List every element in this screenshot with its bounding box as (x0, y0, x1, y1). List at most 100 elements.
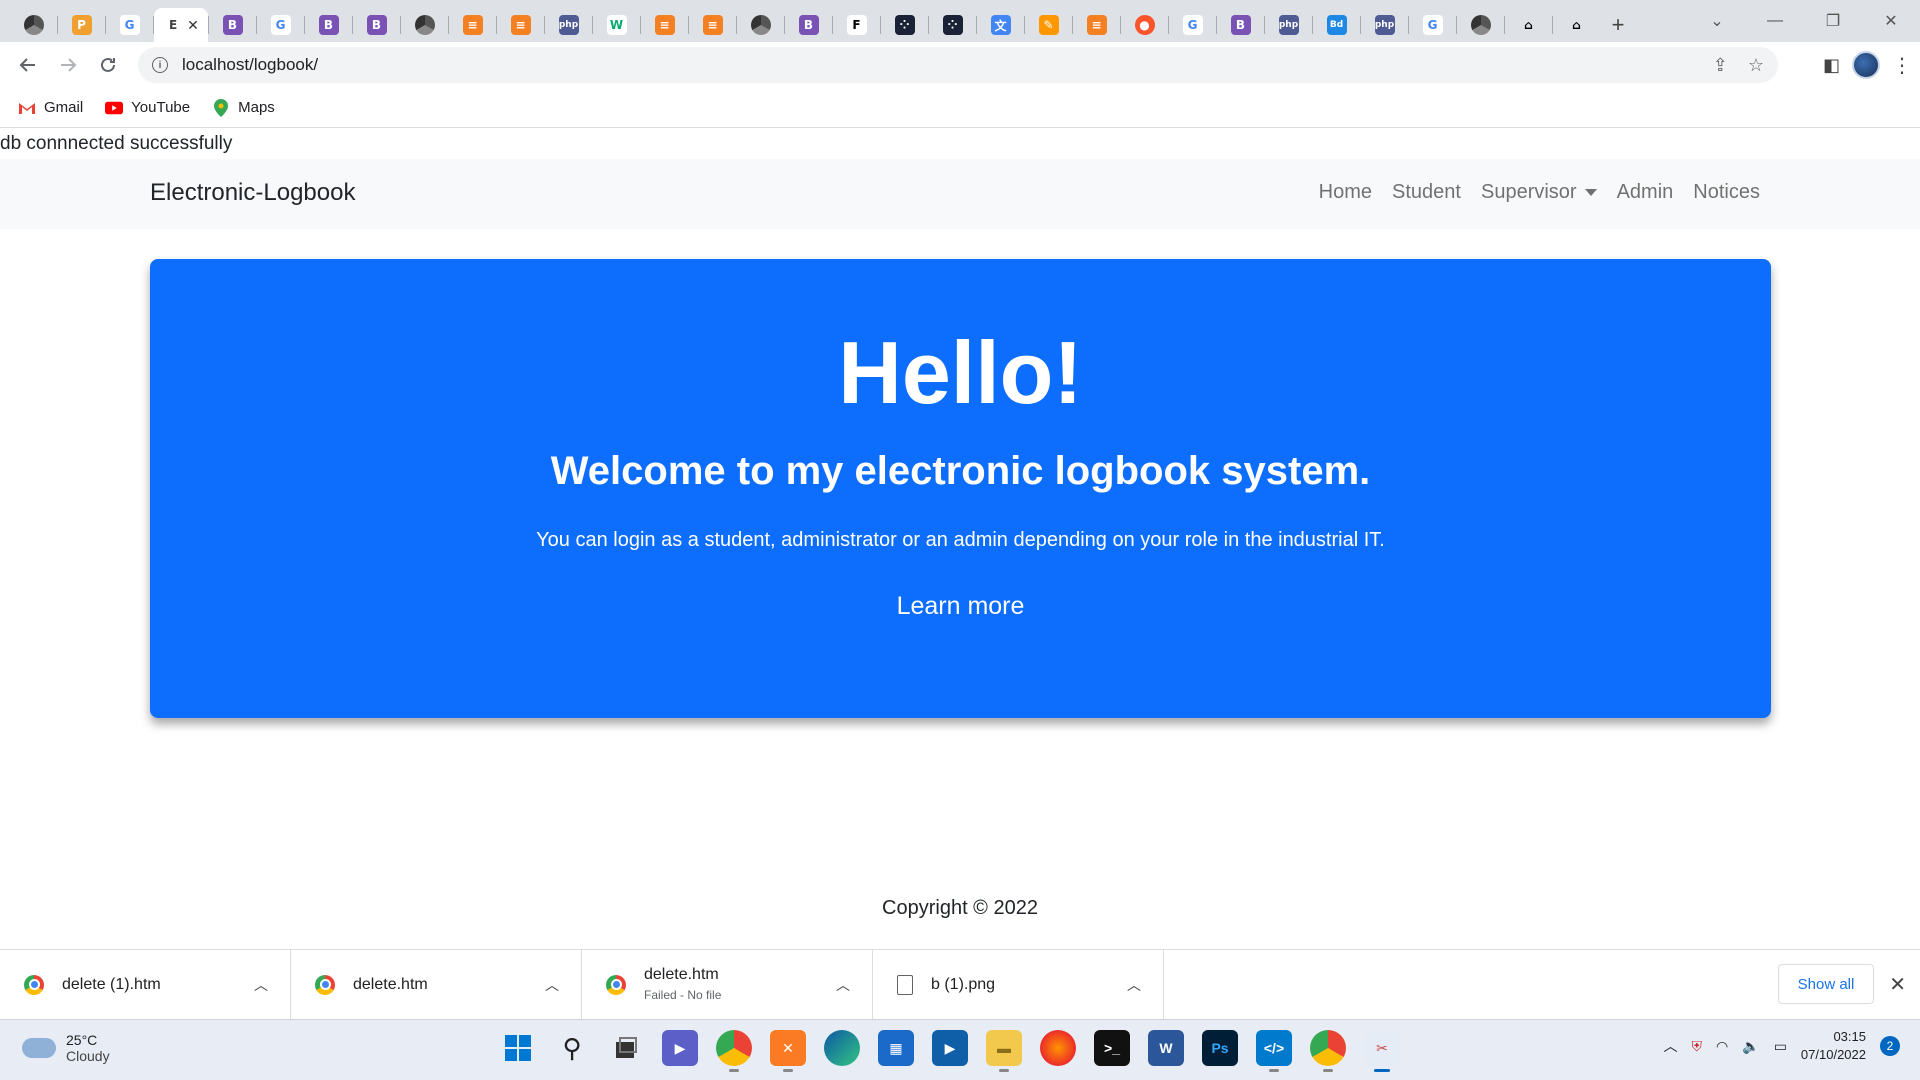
browser-tab[interactable]: ✎ (1025, 8, 1072, 42)
navbar-brand[interactable]: Electronic-Logbook (150, 179, 355, 207)
browser-tab[interactable]: B (1217, 8, 1264, 42)
search-icon[interactable]: ⚲ (554, 1030, 590, 1066)
browser-tab[interactable]: php (1361, 8, 1408, 42)
hero-jumbotron: Hello! Welcome to my electronic logbook … (150, 259, 1771, 718)
forward-button[interactable] (48, 45, 88, 85)
chrome-icon[interactable] (716, 1030, 752, 1072)
browser-tab[interactable]: php (545, 8, 592, 42)
browser-tab[interactable]: B (305, 8, 352, 42)
bookmark-star-icon[interactable]: ☆ (1748, 55, 1764, 76)
snipping-tool-icon[interactable]: ✂ (1364, 1030, 1400, 1072)
close-window-button[interactable]: ✕ (1862, 11, 1920, 31)
show-all-downloads-button[interactable]: Show all (1778, 964, 1874, 1004)
file-explorer-icon[interactable]: ▬ (986, 1030, 1022, 1072)
clock[interactable]: 03:15 07/10/2022 (1801, 1028, 1866, 1064)
vscode-icon[interactable]: </> (1256, 1030, 1292, 1072)
browser-tab[interactable]: ≡ (641, 8, 688, 42)
chevron-up-icon[interactable]: ︿ (836, 975, 850, 995)
media-player-icon[interactable]: ▶ (932, 1030, 968, 1066)
browser-tab[interactable]: G (1409, 8, 1456, 42)
learn-more-link[interactable]: Learn more (150, 592, 1771, 621)
terminal-icon[interactable]: >_ (1094, 1030, 1130, 1066)
browser-tab[interactable]: B (209, 8, 256, 42)
browser-tab[interactable]: G (257, 8, 304, 42)
browser-tab[interactable]: B (785, 8, 832, 42)
bookmark-gmail[interactable]: Gmail (18, 99, 83, 116)
browser-tab[interactable]: 文 (977, 8, 1024, 42)
chevron-up-icon[interactable]: ︿ (545, 975, 559, 995)
side-panel-icon[interactable]: ◧ (1823, 55, 1840, 76)
browser-tab[interactable] (10, 8, 57, 42)
chevron-up-icon[interactable]: ︿ (1664, 1036, 1678, 1056)
bookmark-youtube[interactable]: YouTube (105, 99, 190, 116)
nav-home[interactable]: Home (1319, 181, 1372, 204)
store-icon[interactable]: ▦ (878, 1030, 914, 1066)
xampp-icon[interactable]: ✕ (770, 1030, 806, 1072)
browser-tab[interactable]: ≡ (449, 8, 496, 42)
close-download-bar-icon[interactable]: ✕ (1889, 972, 1906, 997)
browser-tab[interactable]: php (1265, 8, 1312, 42)
word-icon[interactable]: W (1148, 1030, 1184, 1066)
maximize-button[interactable]: ❐ (1804, 11, 1862, 31)
notification-badge[interactable]: 2 (1880, 1036, 1900, 1056)
nav-admin[interactable]: Admin (1617, 181, 1674, 204)
close-tab-icon[interactable]: ✕ (187, 17, 199, 34)
edge-icon[interactable] (824, 1030, 860, 1066)
browser-tab[interactable]: ≡ (689, 8, 736, 42)
brave-icon: ● (1134, 15, 1155, 35)
browser-tab[interactable]: F (833, 8, 880, 42)
address-bar[interactable]: i localhost/logbook/ ⇪ ☆ (138, 47, 1778, 83)
download-item[interactable]: delete.htm ︿ (291, 949, 582, 1020)
download-item[interactable]: delete (1).htm ︿ (0, 949, 291, 1020)
browser-tab[interactable]: G (106, 8, 153, 42)
firefox-icon[interactable] (1040, 1030, 1076, 1066)
browser-tab[interactable]: ≡ (497, 8, 544, 42)
menu-kebab-icon[interactable]: ⋮ (1892, 53, 1912, 78)
url-text[interactable]: localhost/logbook/ (182, 55, 318, 75)
nav-notices[interactable]: Notices (1693, 181, 1760, 204)
share-icon[interactable]: ⇪ (1713, 55, 1728, 76)
browser-tab[interactable]: ⁘ (881, 8, 928, 42)
reload-button[interactable] (88, 45, 128, 85)
browser-tab[interactable]: ⌂ (1553, 8, 1600, 42)
windows-start-icon[interactable] (500, 1030, 536, 1066)
browser-tab[interactable]: B (353, 8, 400, 42)
browser-tab[interactable]: ≡ (1073, 8, 1120, 42)
bootstrap-icon: B (366, 15, 387, 35)
browser-tab[interactable] (1457, 8, 1504, 42)
browser-tab[interactable] (401, 8, 448, 42)
back-arrow-icon (19, 58, 35, 72)
browser-tab[interactable]: P (58, 8, 105, 42)
minimize-button[interactable]: — (1746, 12, 1804, 30)
tab-search-icon[interactable]: ⌄ (1688, 11, 1746, 31)
browser-tab[interactable]: G (1169, 8, 1216, 42)
nav-student[interactable]: Student (1392, 181, 1461, 204)
volume-icon[interactable]: 🔈 (1742, 1038, 1759, 1055)
site-info-icon[interactable]: i (152, 57, 168, 73)
browser-tab[interactable]: ● (1121, 8, 1168, 42)
photoshop-icon[interactable]: Ps (1202, 1030, 1238, 1066)
nav-supervisor-dropdown[interactable]: Supervisor (1481, 181, 1597, 204)
chevron-up-icon[interactable]: ︿ (1127, 975, 1141, 995)
back-button[interactable] (8, 45, 48, 85)
browser-tab[interactable] (737, 8, 784, 42)
download-item[interactable]: delete.htm Failed - No file ︿ (582, 949, 873, 1020)
new-tab-button[interactable]: + (1600, 8, 1636, 42)
browser-tab[interactable]: E ✕ (154, 8, 208, 42)
browser-tab[interactable]: ⌂ (1505, 8, 1552, 42)
browser-tab[interactable]: W (593, 8, 640, 42)
profile-avatar[interactable] (1852, 51, 1880, 79)
youtube-icon (105, 101, 124, 115)
security-icon[interactable]: ⛨ (1692, 1038, 1703, 1055)
bookmark-maps[interactable]: Maps (212, 98, 275, 117)
chevron-up-icon[interactable]: ︿ (254, 975, 268, 995)
task-view-icon[interactable] (608, 1030, 644, 1066)
browser-tab[interactable]: ⁘ (929, 8, 976, 42)
chrome-profile-icon[interactable] (1310, 1030, 1346, 1072)
battery-icon[interactable]: ▭ (1774, 1038, 1787, 1055)
teams-chat-icon[interactable]: ▶ (662, 1030, 698, 1066)
weather-widget[interactable]: 25°C Cloudy (22, 1032, 110, 1064)
browser-tab[interactable]: Bd (1313, 8, 1360, 42)
download-item[interactable]: b (1).png ︿ (873, 949, 1164, 1020)
wifi-icon[interactable]: ◠ (1716, 1038, 1728, 1055)
